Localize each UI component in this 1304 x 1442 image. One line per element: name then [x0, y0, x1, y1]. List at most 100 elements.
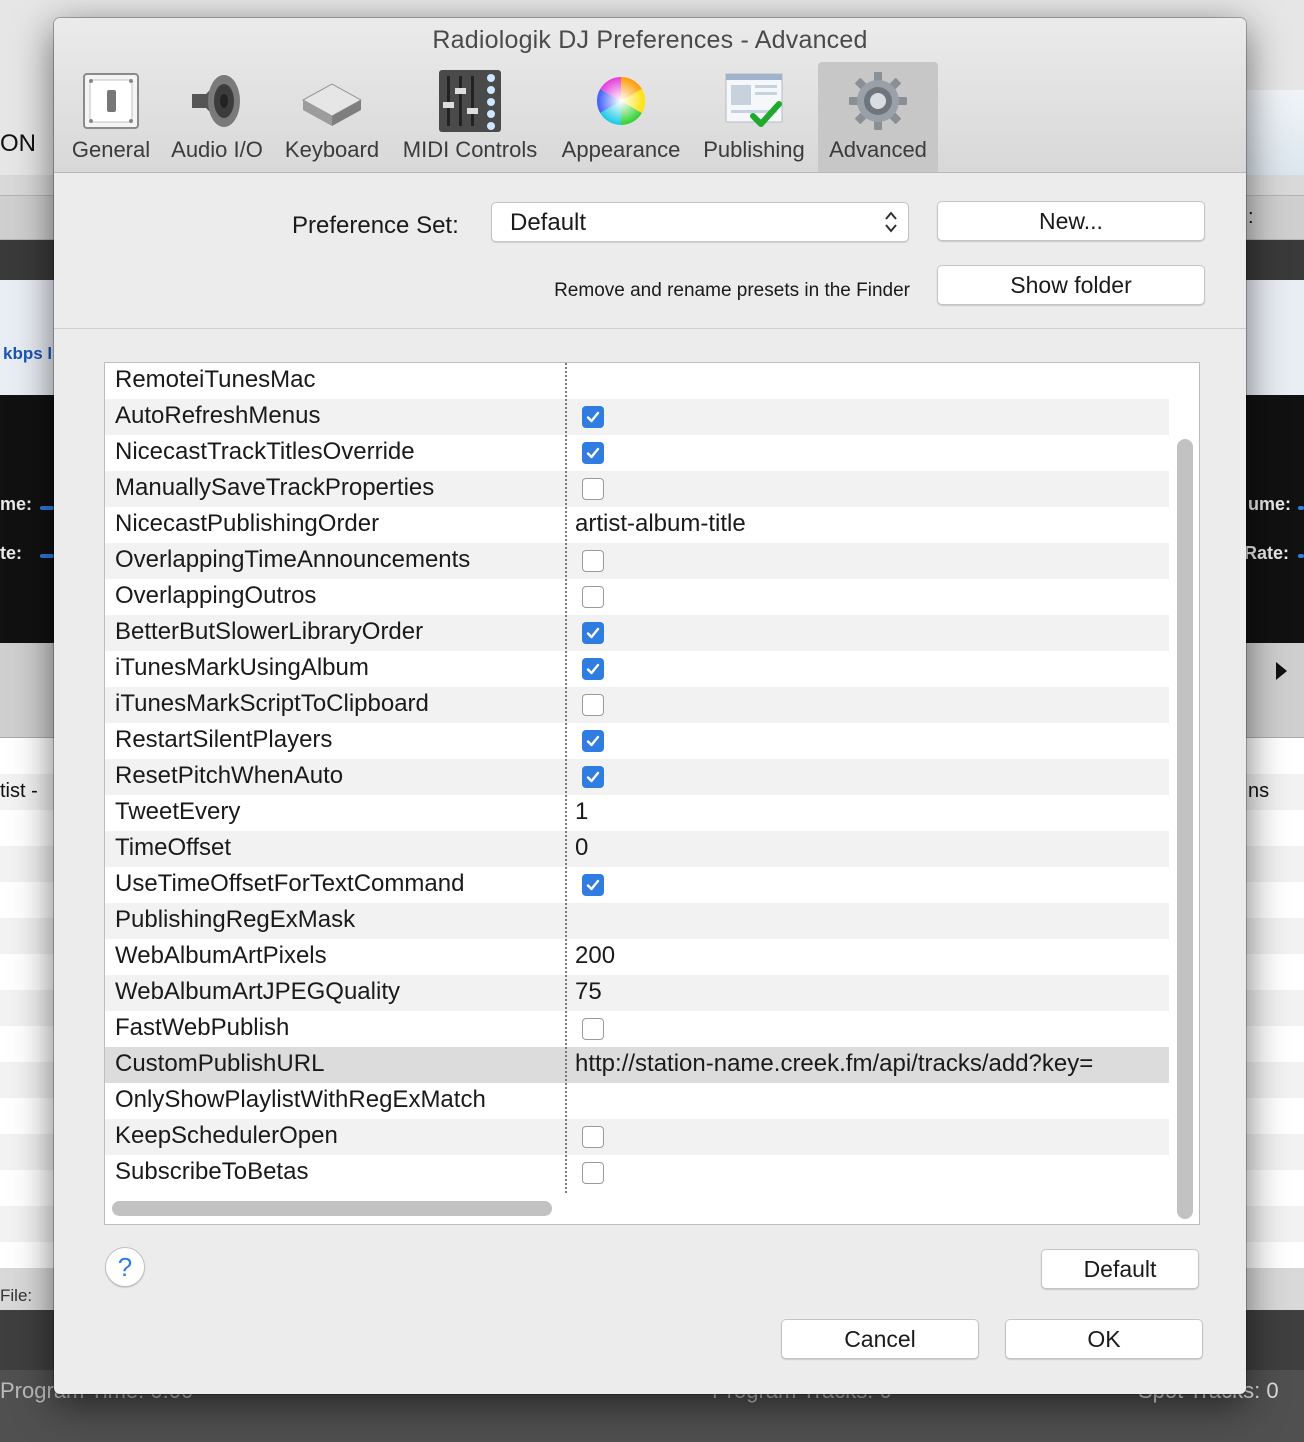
- setting-key: NicecastTrackTitlesOverride: [115, 438, 415, 465]
- preference-set-value: Default: [510, 209, 587, 236]
- tab-keyboard-label: Keyboard: [284, 137, 380, 162]
- table-row[interactable]: RestartSilentPlayers: [105, 723, 1169, 759]
- setting-key: TweetEvery: [115, 798, 241, 825]
- table-row[interactable]: TimeOffset 0: [105, 831, 1169, 867]
- publish-check-icon: [725, 73, 783, 127]
- horizontal-scrollbar[interactable]: [112, 1201, 552, 1216]
- table-row[interactable]: UseTimeOffsetForTextCommand: [105, 867, 1169, 903]
- tab-general[interactable]: General: [64, 62, 158, 172]
- setting-key: ManuallySaveTrackProperties: [115, 474, 435, 501]
- setting-key: PublishingRegExMask: [115, 906, 356, 933]
- setting-key: RemoteiTunesMac: [115, 366, 316, 393]
- help-button[interactable]: ?: [105, 1247, 145, 1287]
- title-toolbar: Radiologik DJ Preferences - Advanced Gen…: [54, 18, 1246, 173]
- setting-key: WebAlbumArtPixels: [115, 942, 327, 969]
- setting-value[interactable]: artist-album-title: [575, 510, 746, 538]
- show-folder-button[interactable]: Show folder: [937, 265, 1205, 305]
- checkbox-unchecked[interactable]: [582, 1162, 604, 1184]
- background-volume-label-right: ume:: [1248, 494, 1292, 514]
- tab-keyboard[interactable]: Keyboard: [276, 62, 388, 172]
- checkbox-checked[interactable]: [582, 442, 604, 464]
- checkbox-checked[interactable]: [582, 622, 604, 644]
- preference-set-select[interactable]: Default: [491, 202, 909, 242]
- checkbox-checked[interactable]: [582, 766, 604, 788]
- ok-button[interactable]: OK: [1005, 1319, 1203, 1359]
- checkbox-unchecked[interactable]: [582, 694, 604, 716]
- checkmark-icon: [586, 771, 600, 783]
- vertical-scrollbar[interactable]: [1177, 439, 1193, 1219]
- setting-value[interactable]: http://station-name.creek.fm/api/tracks/…: [575, 1050, 1093, 1078]
- speaker-icon: [192, 75, 240, 127]
- checkbox-unchecked[interactable]: [582, 1126, 604, 1148]
- table-row[interactable]: iTunesMarkScriptToClipboard: [105, 687, 1169, 723]
- table-row[interactable]: OverlappingTimeAnnouncements: [105, 543, 1169, 579]
- tab-audio-io[interactable]: Audio I/O: [164, 62, 270, 172]
- checkbox-unchecked[interactable]: [582, 586, 604, 608]
- table-row[interactable]: RemoteiTunesMac: [105, 363, 1169, 399]
- ok-button-label: OK: [1087, 1326, 1121, 1352]
- new-preset-button[interactable]: New...: [937, 201, 1205, 241]
- setting-key: SubscribeToBetas: [115, 1158, 309, 1185]
- column-divider[interactable]: [565, 363, 567, 1193]
- preference-set-label: Preference Set:: [292, 212, 459, 239]
- setting-key: ResetPitchWhenAuto: [115, 762, 344, 789]
- setting-key: CustomPublishURL: [115, 1050, 325, 1077]
- tab-publishing[interactable]: Publishing: [696, 62, 812, 172]
- tab-midi-controls-label: MIDI Controls: [402, 137, 538, 162]
- checkmark-icon: [586, 447, 600, 459]
- setting-key: BetterButSlowerLibraryOrder: [115, 618, 424, 645]
- background-volume-label-left: me:: [0, 494, 33, 514]
- cancel-button-label: Cancel: [844, 1326, 916, 1352]
- checkmark-icon: [586, 663, 600, 675]
- table-row[interactable]: CustomPublishURL http://station-name.cree…: [105, 1047, 1169, 1083]
- table-row[interactable]: NicecastPublishingOrder artist-album-titl…: [105, 507, 1169, 543]
- tab-appearance[interactable]: Appearance: [554, 62, 688, 172]
- setting-key: TimeOffset: [115, 834, 232, 861]
- table-row[interactable]: TweetEvery 1: [105, 795, 1169, 831]
- show-folder-button-label: Show folder: [1010, 272, 1132, 298]
- checkbox-unchecked[interactable]: [582, 550, 604, 572]
- cancel-button[interactable]: Cancel: [781, 1319, 979, 1359]
- background-rate-slider-left: [40, 554, 54, 558]
- setting-key: UseTimeOffsetForTextCommand: [115, 870, 465, 897]
- background-volume-slider-right: [1298, 506, 1304, 510]
- checkbox-unchecked[interactable]: [582, 478, 604, 500]
- default-button[interactable]: Default: [1041, 1249, 1199, 1289]
- table-row[interactable]: SubscribeToBetas: [105, 1155, 1169, 1191]
- setting-key: KeepSchedulerOpen: [115, 1122, 338, 1149]
- setting-value[interactable]: 200: [575, 942, 615, 970]
- tab-advanced[interactable]: Advanced: [818, 62, 938, 172]
- checkbox-checked[interactable]: [582, 730, 604, 752]
- advanced-settings-table[interactable]: RemoteiTunesMac AutoRefreshMenus NicecastT…: [104, 362, 1200, 1225]
- new-preset-button-label: New...: [1039, 208, 1103, 234]
- table-row[interactable]: ManuallySaveTrackProperties: [105, 471, 1169, 507]
- table-row[interactable]: ResetPitchWhenAuto: [105, 759, 1169, 795]
- setting-key: AutoRefreshMenus: [115, 402, 321, 429]
- setting-value[interactable]: 1: [575, 798, 588, 826]
- table-row[interactable]: WebAlbumArtPixels 200: [105, 939, 1169, 975]
- up-down-chevron-icon: [885, 211, 897, 233]
- setting-key: OverlappingOutros: [115, 582, 317, 609]
- setting-value[interactable]: 0: [575, 834, 588, 862]
- table-row[interactable]: iTunesMarkUsingAlbum: [105, 651, 1169, 687]
- tab-midi-controls[interactable]: MIDI Controls: [394, 62, 546, 172]
- table-row[interactable]: BetterButSlowerLibraryOrder: [105, 615, 1169, 651]
- checkbox-unchecked[interactable]: [582, 1018, 604, 1040]
- checkmark-icon: [586, 735, 600, 747]
- background-artist-column: tist -: [0, 780, 38, 802]
- table-row[interactable]: WebAlbumArtJPEGQuality 75: [105, 975, 1169, 1011]
- table-row[interactable]: NicecastTrackTitlesOverride: [105, 435, 1169, 471]
- table-row[interactable]: OverlappingOutros: [105, 579, 1169, 615]
- table-row[interactable]: FastWebPublish: [105, 1011, 1169, 1047]
- background-rate-label-left: te:: [0, 543, 22, 563]
- checkbox-checked[interactable]: [582, 658, 604, 680]
- table-row[interactable]: KeepSchedulerOpen: [105, 1119, 1169, 1155]
- table-row[interactable]: OnlyShowPlaylistWithRegExMatch: [105, 1083, 1169, 1119]
- table-row[interactable]: PublishingRegExMask: [105, 903, 1169, 939]
- table-row[interactable]: AutoRefreshMenus: [105, 399, 1169, 435]
- mixer-icon: [439, 70, 501, 132]
- checkbox-checked[interactable]: [582, 874, 604, 896]
- setting-value[interactable]: 75: [575, 978, 602, 1006]
- color-wheel-icon: [596, 76, 646, 125]
- checkbox-checked[interactable]: [582, 406, 604, 428]
